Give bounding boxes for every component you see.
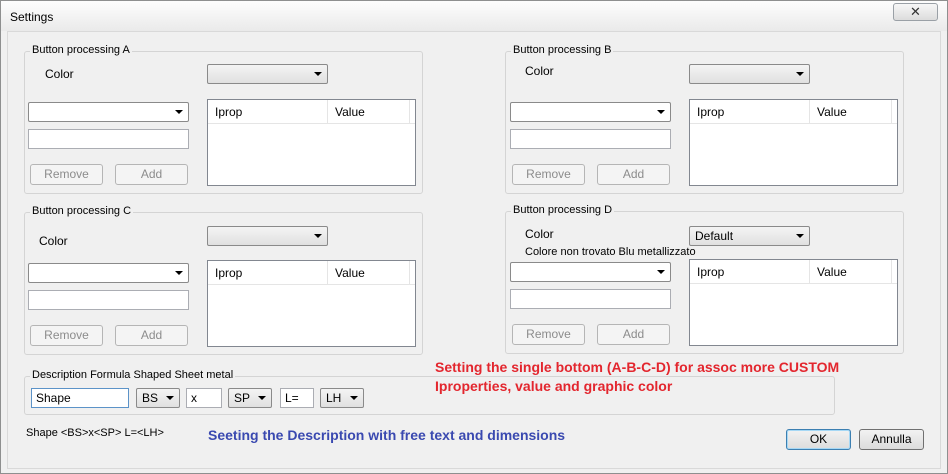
group-d-color-note: Colore non trovato Blu metallizzato (525, 246, 696, 258)
chevron-down-icon (796, 72, 804, 76)
group-c-value-input[interactable] (28, 290, 189, 310)
annotation-red-line-2: Iproperties, value and graphic color (435, 378, 673, 394)
formula-x-input[interactable]: x (186, 388, 222, 408)
column-header-iprop[interactable]: Iprop (208, 100, 328, 124)
column-header-iprop[interactable]: Iprop (208, 261, 328, 285)
group-c-color-select[interactable] (207, 226, 328, 246)
annotation-blue: Seeting the Description with free text a… (208, 427, 566, 443)
formula-bs-select[interactable]: BS (136, 388, 180, 408)
chevron-down-icon (258, 396, 266, 400)
group-a-properties-list[interactable]: Iprop Value (207, 99, 416, 186)
group-a-property-select[interactable] (28, 102, 189, 122)
formula-group-label: Description Formula Shaped Sheet metal (30, 369, 236, 381)
group-d-remove-button[interactable]: Remove (512, 324, 585, 345)
group-d-color-value: Default (695, 229, 734, 243)
group-d-color-select[interactable]: Default (689, 226, 810, 246)
column-header-value[interactable]: Value (328, 261, 410, 285)
formula-lh-select[interactable]: LH (320, 388, 364, 408)
group-button-processing-b: Button processing B Color Remove Add Ipr… (505, 44, 904, 194)
cancel-button[interactable]: Annulla (859, 429, 924, 450)
column-header-value[interactable]: Value (328, 100, 410, 124)
group-d-properties-list[interactable]: Iprop Value (689, 259, 898, 346)
chevron-down-icon (657, 270, 665, 274)
close-button[interactable]: ✕ (893, 3, 938, 21)
chevron-down-icon (314, 234, 322, 238)
group-b-add-button[interactable]: Add (597, 164, 670, 185)
group-d-color-label: Color (525, 227, 554, 241)
group-button-processing-c: Button processing C Color Remove Add Ipr… (24, 205, 423, 355)
group-d-add-button[interactable]: Add (597, 324, 670, 345)
formula-sp-select[interactable]: SP (228, 388, 272, 408)
group-a-add-button[interactable]: Add (115, 164, 188, 185)
list-header: Iprop Value (690, 260, 897, 284)
ok-button[interactable]: OK (786, 429, 851, 450)
group-c-label: Button processing C (30, 205, 134, 217)
group-c-remove-button[interactable]: Remove (30, 325, 103, 346)
group-d-value-input[interactable] (510, 289, 671, 309)
annotation-red-line-1: Setting the single bottom (A-B-C-D) for … (435, 359, 840, 375)
close-icon: ✕ (910, 4, 921, 19)
formula-shape-input[interactable]: Shape (31, 388, 129, 408)
group-b-label: Button processing B (511, 44, 614, 56)
chevron-down-icon (657, 110, 665, 114)
chevron-down-icon (175, 271, 183, 275)
window-title: Settings (10, 10, 54, 24)
group-d-label: Button processing D (511, 204, 615, 216)
group-c-add-button[interactable]: Add (115, 325, 188, 346)
group-b-properties-list[interactable]: Iprop Value (689, 99, 898, 186)
group-a-color-select[interactable] (207, 64, 328, 84)
group-c-properties-list[interactable]: Iprop Value (207, 260, 416, 347)
list-header: Iprop Value (208, 100, 415, 124)
group-b-value-input[interactable] (510, 129, 671, 149)
dialog-client-area: Button processing A Color Remove Add Ipr… (7, 31, 941, 469)
group-a-value-input[interactable] (28, 129, 189, 149)
formula-bs-value: BS (142, 391, 159, 405)
chevron-down-icon (796, 234, 804, 238)
column-header-iprop[interactable]: Iprop (690, 260, 810, 284)
group-button-processing-d: Button processing D Color Default Colore… (505, 204, 904, 354)
group-b-color-select[interactable] (689, 64, 810, 84)
group-c-color-label: Color (39, 234, 68, 248)
formula-sp-value: SP (234, 391, 251, 405)
column-header-value[interactable]: Value (810, 100, 892, 124)
group-b-property-select[interactable] (510, 102, 671, 122)
list-header: Iprop Value (208, 261, 415, 285)
list-header: Iprop Value (690, 100, 897, 124)
group-b-color-label: Color (525, 64, 554, 78)
chevron-down-icon (175, 110, 183, 114)
formula-lh-value: LH (326, 391, 342, 405)
formula-l-input[interactable]: L= (280, 388, 314, 408)
group-a-color-label: Color (45, 67, 74, 81)
group-b-remove-button[interactable]: Remove (512, 164, 585, 185)
chevron-down-icon (166, 396, 174, 400)
title-bar[interactable]: Settings ✕ (1, 1, 947, 31)
chevron-down-icon (314, 72, 322, 76)
group-a-label: Button processing A (30, 44, 132, 56)
formula-preview: Shape <BS>x<SP> L=<LH> (26, 427, 164, 439)
group-button-processing-a: Button processing A Color Remove Add Ipr… (24, 44, 423, 194)
column-header-value[interactable]: Value (810, 260, 892, 284)
group-d-property-select[interactable] (510, 262, 671, 282)
group-c-property-select[interactable] (28, 263, 189, 283)
chevron-down-icon (350, 396, 358, 400)
group-description-formula: Description Formula Shaped Sheet metal S… (24, 369, 835, 415)
settings-window: Settings ✕ Button processing A Color Rem… (0, 0, 948, 474)
column-header-iprop[interactable]: Iprop (690, 100, 810, 124)
group-a-remove-button[interactable]: Remove (30, 164, 103, 185)
